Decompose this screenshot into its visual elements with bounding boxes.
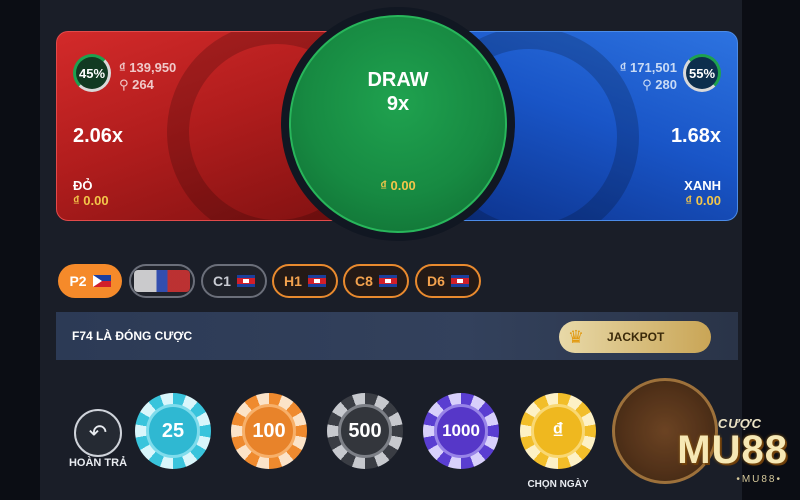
status-bar: F74 LÀ ĐÓNG CƯỢC ♛ JACKPOT [56,312,738,360]
history-chip-label: C8 [355,273,373,289]
blue-player-count-value: 280 [655,77,677,92]
chip-500[interactable]: 500 [327,393,403,469]
arena-logo-icon [134,270,190,292]
history-chip-h1[interactable]: H1 [272,264,338,298]
blue-stats: ₫ 171,501 ⚲ 280 [620,59,677,93]
chip-1000[interactable]: 1000 [423,393,499,469]
cambodia-flag-icon [236,275,255,287]
betting-board: 45% ₫ 139,950 ⚲ 264 2.06x ĐỎ ₫ 0.00 55% … [56,7,738,241]
philippines-flag-icon [92,275,111,287]
draw-title: DRAW [367,69,429,91]
user-icon: ⚲ [119,77,133,92]
history-chip-c1[interactable]: C1 [201,264,267,298]
red-percent-ring: 45% [73,54,111,92]
red-bet-amount: ₫ 0.00 [73,193,109,208]
history-chip-d6[interactable]: D6 [415,264,481,298]
chip-100[interactable]: 100 [231,393,307,469]
watermark-logo: CƯỢC MU88 •MU88• [560,412,792,492]
blue-percent-ring: 55% [683,54,721,92]
chip-value: 25 [146,404,200,458]
blue-multiplier: 1.68x [670,125,721,147]
blue-bet-amount: ₫ 0.00 [685,193,721,208]
history-chip-label: H1 [284,273,302,289]
blue-total-amount: ₫ 171,501 [619,60,677,75]
user-icon: ⚲ [642,77,656,92]
jackpot-label: JACKPOT [607,330,665,344]
red-label: ĐỎ [73,178,93,193]
blue-player-count: ⚲ 280 [620,76,677,93]
red-total-amount: ₫ 139,950 [119,60,177,75]
history-chip-label: D6 [427,273,445,289]
jackpot-button[interactable]: ♛ JACKPOT [559,321,711,353]
history-chip-p2[interactable]: P2 [58,264,122,298]
undo-label: HOÀN TRẢ [68,457,128,469]
crown-icon: ♛ [567,326,585,347]
blue-label: XANH [684,178,721,193]
status-message: F74 LÀ ĐÓNG CƯỢC [72,329,193,343]
red-stats: ₫ 139,950 ⚲ 264 [119,59,176,93]
undo-icon: ↶ [88,420,108,445]
history-chip-label: P2 [69,273,87,289]
chip-value: 500 [338,404,392,458]
history-chip-logo[interactable] [129,264,195,298]
cambodia-flag-icon [378,275,397,287]
history-chip-label: C1 [213,273,231,289]
cambodia-flag-icon [450,275,469,287]
chip-value: 1000 [434,404,488,458]
history-chip-c8[interactable]: C8 [343,264,409,298]
draw-bet-amount: ₫ 0.00 [380,178,416,193]
red-player-count-value: 264 [132,77,154,92]
chip-value: 100 [242,404,296,458]
chip-25[interactable]: 25 [135,393,211,469]
watermark-main: MU88 [677,428,788,472]
watermark-sub: •MU88• [736,474,782,485]
red-multiplier: 2.06x [73,125,124,147]
cambodia-flag-icon [307,275,326,287]
draw-multiplier: 9x [386,93,410,115]
bet-draw-button[interactable]: DRAW 9x ₫ 0.00 [289,15,507,233]
red-player-count: ⚲ 264 [119,76,176,93]
undo-button[interactable]: ↶ [74,409,122,457]
